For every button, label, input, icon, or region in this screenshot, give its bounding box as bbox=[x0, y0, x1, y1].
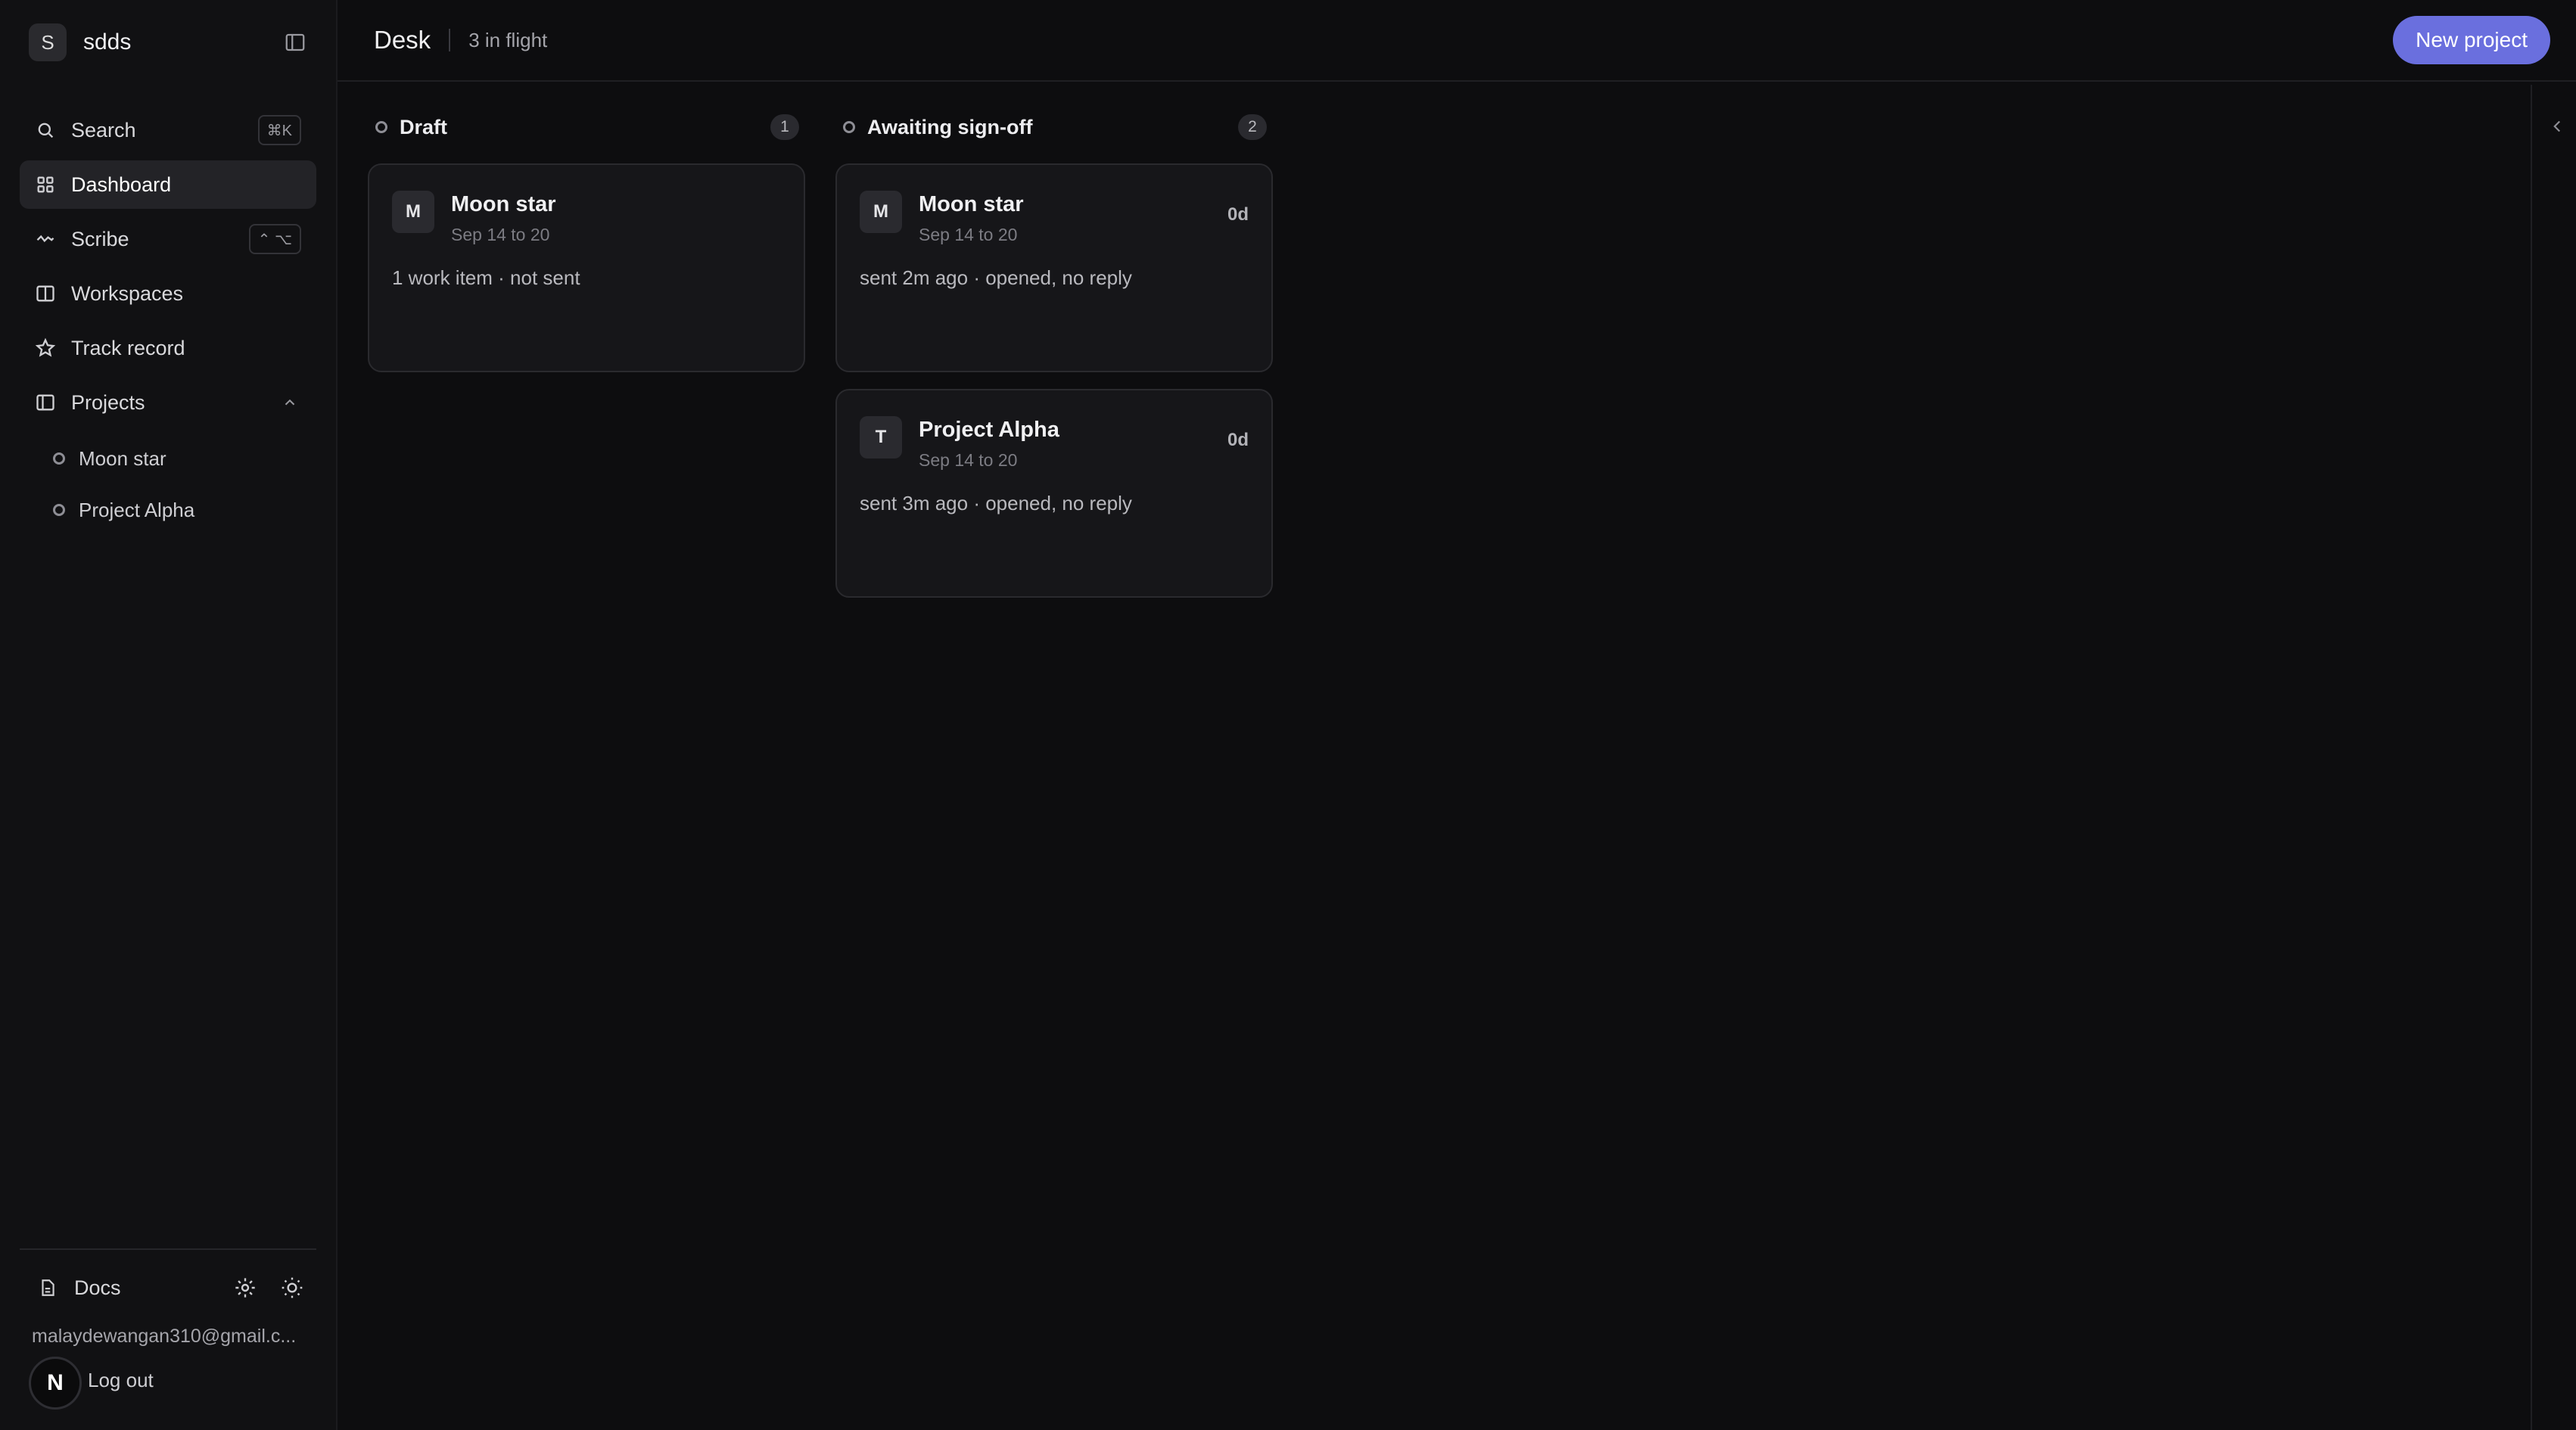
card-avatar: M bbox=[392, 191, 434, 233]
project-card[interactable]: T Project Alpha Sep 14 to 20 0d sent 3m … bbox=[835, 389, 1273, 598]
topbar: Desk 3 in flight New project bbox=[338, 0, 2576, 82]
document-icon bbox=[42, 1279, 54, 1296]
main-content: Desk 3 in flight New project Draft 1 M M… bbox=[338, 0, 2576, 1430]
card-status: sent 2m ago · opened, no reply bbox=[860, 266, 1132, 289]
sidebar-toggle-icon bbox=[285, 33, 305, 51]
card-heading: Project Alpha Sep 14 to 20 bbox=[919, 416, 1059, 471]
sidebar-item-search[interactable]: Search ⌘K bbox=[20, 106, 316, 154]
sidebar-footer: Docs malaydewangan310@gmail.c... N Log o… bbox=[20, 1248, 316, 1430]
in-flight-count: 3 in flight bbox=[468, 28, 548, 51]
project-item-project-alpha[interactable]: Project Alpha bbox=[20, 486, 316, 534]
sidebar-item-label: Projects bbox=[71, 390, 145, 414]
column-title-label: Draft bbox=[400, 115, 448, 138]
sidebar-item-scribe[interactable]: Scribe ⌃ ⌥ bbox=[20, 215, 316, 263]
sidebar-item-track-record[interactable]: Track record bbox=[20, 324, 316, 372]
kanban-board: Draft 1 M Moon star Sep 14 to 20 1 work … bbox=[368, 106, 1273, 614]
project-card[interactable]: M Moon star Sep 14 to 20 0d sent 2m ago … bbox=[835, 163, 1273, 372]
sidebar-item-dashboard[interactable]: Dashboard bbox=[20, 160, 316, 209]
title-divider bbox=[449, 29, 451, 51]
card-heading: Moon star Sep 14 to 20 bbox=[451, 191, 556, 245]
wave-icon bbox=[36, 235, 54, 243]
project-label: Project Alpha bbox=[79, 498, 195, 521]
page-title: Desk bbox=[374, 26, 431, 54]
column-header: Awaiting sign-off 2 bbox=[835, 106, 1273, 148]
workspace-avatar: S bbox=[29, 23, 67, 61]
workspace-switcher[interactable]: S sdds bbox=[20, 23, 131, 61]
column-title: Draft bbox=[375, 116, 447, 139]
card-age: 0d bbox=[1227, 430, 1249, 450]
project-card[interactable]: M Moon star Sep 14 to 20 1 work item · n… bbox=[368, 163, 805, 372]
user-email: malaydewangan310@gmail.c... bbox=[32, 1326, 297, 1347]
card-title: Moon star bbox=[919, 192, 1024, 216]
workspace-name: sdds bbox=[83, 30, 132, 54]
column-draft: Draft 1 M Moon star Sep 14 to 20 1 work … bbox=[368, 106, 805, 614]
right-panel-rail bbox=[2531, 85, 2576, 1430]
card-heading: Moon star Sep 14 to 20 bbox=[919, 191, 1024, 245]
card-header: M Moon star Sep 14 to 20 bbox=[392, 191, 781, 245]
docs-label: Docs bbox=[74, 1276, 121, 1299]
card-avatar: T bbox=[860, 416, 902, 459]
app-root: S sdds Search ⌘K Dashboard Scribe ⌃ ⌥ Wo… bbox=[0, 0, 2576, 1430]
card-header: M Moon star Sep 14 to 20 bbox=[860, 191, 1249, 245]
chevron-up-icon[interactable] bbox=[282, 394, 298, 411]
column-title-label: Awaiting sign-off bbox=[867, 115, 1033, 138]
card-dates: Sep 14 to 20 bbox=[451, 225, 550, 244]
grid-icon bbox=[37, 176, 54, 193]
sun-icon[interactable] bbox=[280, 1276, 304, 1300]
shortcut-badge: ⌃ ⌥ bbox=[248, 224, 301, 254]
sidebar: S sdds Search ⌘K Dashboard Scribe ⌃ ⌥ Wo… bbox=[0, 0, 338, 1430]
card-header: T Project Alpha Sep 14 to 20 bbox=[860, 416, 1249, 471]
sidebar-item-workspaces[interactable]: Workspaces bbox=[20, 269, 316, 318]
column-count-badge: 1 bbox=[770, 114, 799, 140]
project-list: Moon star Project Alpha bbox=[20, 434, 316, 534]
chevron-left-icon[interactable] bbox=[2547, 117, 2567, 136]
panel-icon bbox=[36, 394, 54, 411]
search-icon bbox=[38, 123, 54, 138]
sidebar-item-label: Scribe bbox=[71, 227, 129, 250]
circle-icon bbox=[53, 504, 65, 516]
card-avatar: M bbox=[860, 191, 902, 233]
status-circle-icon bbox=[375, 121, 387, 133]
sidebar-toggle-button[interactable] bbox=[278, 26, 312, 59]
n-logo-icon: N bbox=[29, 1357, 82, 1410]
card-dates: Sep 14 to 20 bbox=[919, 450, 1018, 470]
logout-button[interactable]: N Log out bbox=[20, 1348, 316, 1413]
card-age: 0d bbox=[1227, 204, 1249, 225]
footer-actions bbox=[233, 1276, 304, 1300]
sidebar-item-label: Search bbox=[71, 118, 136, 141]
sidebar-item-projects[interactable]: Projects bbox=[20, 378, 316, 427]
column-count-badge: 2 bbox=[1238, 114, 1267, 140]
sidebar-item-label: Dashboard bbox=[71, 173, 172, 196]
gear-icon[interactable] bbox=[233, 1276, 257, 1300]
circle-icon bbox=[53, 452, 65, 465]
project-item-moon-star[interactable]: Moon star bbox=[20, 434, 316, 483]
columns-icon bbox=[36, 285, 54, 302]
card-title: Project Alpha bbox=[919, 418, 1059, 442]
status-circle-icon bbox=[843, 121, 855, 133]
column-header: Draft 1 bbox=[368, 106, 805, 148]
new-project-button[interactable]: New project bbox=[2393, 16, 2550, 64]
column-title: Awaiting sign-off bbox=[843, 116, 1032, 139]
star-icon bbox=[35, 337, 56, 357]
card-status: 1 work item · not sent bbox=[392, 266, 580, 289]
docs-link[interactable]: Docs bbox=[38, 1276, 121, 1300]
sidebar-item-label: Workspaces bbox=[71, 281, 184, 305]
card-dates: Sep 14 to 20 bbox=[919, 225, 1018, 244]
workspace-header: S sdds bbox=[20, 0, 316, 85]
logout-label: Log out bbox=[88, 1368, 154, 1391]
card-title: Moon star bbox=[451, 192, 556, 216]
shortcut-badge: ⌘K bbox=[257, 115, 301, 145]
sidebar-nav: Search ⌘K Dashboard Scribe ⌃ ⌥ Workspace… bbox=[20, 106, 316, 534]
card-status: sent 3m ago · opened, no reply bbox=[860, 492, 1132, 514]
column-awaiting-sign-off: Awaiting sign-off 2 M Moon star Sep 14 t… bbox=[835, 106, 1273, 614]
project-label: Moon star bbox=[79, 446, 166, 470]
sidebar-item-label: Track record bbox=[71, 336, 185, 359]
docs-row: Docs bbox=[20, 1250, 316, 1326]
